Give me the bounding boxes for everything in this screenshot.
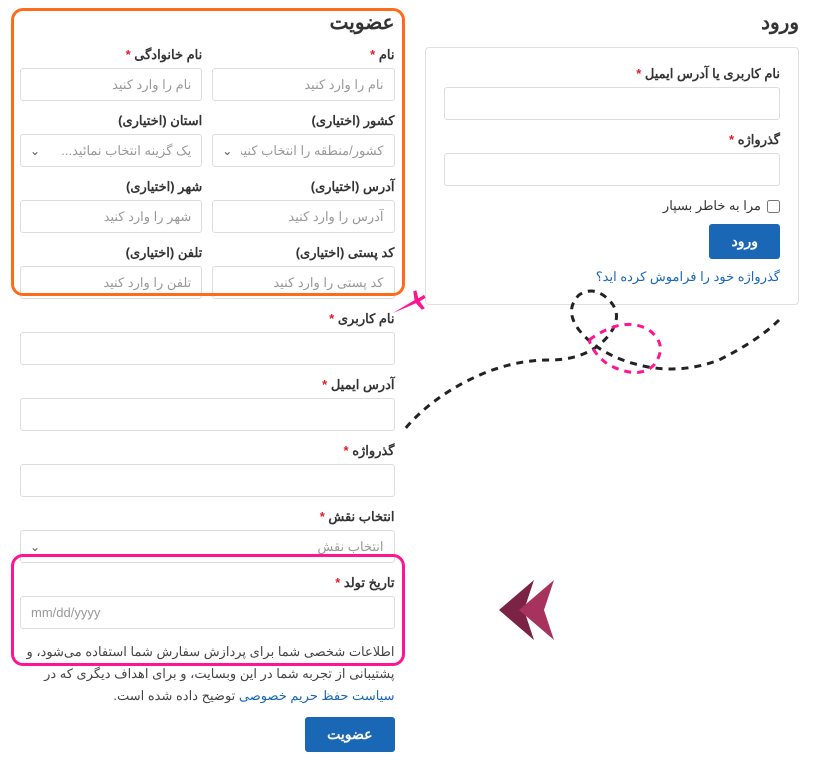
login-form: نام کاربری یا آدرس ایمیل * گذرواژه * مرا…	[425, 47, 800, 305]
reg-email-label: آدرس ایمیل *	[20, 377, 395, 393]
postal-label: کد پستی (اختیاری)	[212, 245, 394, 261]
privacy-link[interactable]: سیاست حفظ حریم خصوصی	[239, 688, 395, 703]
postal-input[interactable]	[212, 266, 394, 299]
address-input[interactable]	[212, 200, 394, 233]
role-select[interactable]: انتخاب نقش	[20, 530, 395, 563]
first-name-label: نام *	[212, 47, 394, 63]
reg-email-input[interactable]	[20, 398, 395, 431]
first-name-input[interactable]	[212, 68, 394, 101]
login-username-input[interactable]	[444, 87, 781, 120]
phone-input[interactable]	[20, 266, 202, 299]
login-button[interactable]: ورود	[709, 224, 780, 259]
reg-username-label: نام کاربری *	[20, 311, 395, 327]
country-select[interactable]: کشور/منطقه را انتخاب کنید...	[212, 134, 394, 167]
address-label: آدرس (اختیاری)	[212, 179, 394, 195]
reg-username-input[interactable]	[20, 332, 395, 365]
login-password-input[interactable]	[444, 153, 781, 186]
state-label: استان (اختیاری)	[20, 113, 202, 129]
privacy-text: اطلاعات شخصی شما برای پردازش سفارش شما ا…	[20, 641, 395, 707]
reg-password-label: گذرواژه *	[20, 443, 395, 459]
state-select[interactable]: یک گزینه انتخاب نمائید...	[20, 134, 202, 167]
login-title: ورود	[425, 10, 800, 35]
phone-label: تلفن (اختیاری)	[20, 245, 202, 261]
heart-path-decoration	[379, 280, 799, 480]
dob-input[interactable]	[20, 596, 395, 629]
remember-checkbox[interactable]	[767, 200, 780, 213]
role-label: انتخاب نقش *	[20, 509, 395, 525]
login-username-label: نام کاربری یا آدرس ایمیل *	[444, 66, 781, 82]
last-name-input[interactable]	[20, 68, 202, 101]
arrow-chevrons-icon	[479, 575, 569, 645]
remember-label: مرا به خاطر بسپار	[663, 198, 761, 214]
city-input[interactable]	[20, 200, 202, 233]
login-password-label: گذرواژه *	[444, 132, 781, 148]
city-label: شهر (اختیاری)	[20, 179, 202, 195]
register-title: عضویت	[20, 10, 395, 35]
register-form: نام * نام خانوادگی * کشور (اختیاری) کشور…	[20, 47, 395, 752]
plane-icon	[387, 285, 429, 327]
last-name-label: نام خانوادگی *	[20, 47, 202, 63]
register-button[interactable]: عضویت	[305, 717, 394, 752]
dob-label: تاریخ تولد *	[20, 575, 395, 591]
country-label: کشور (اختیاری)	[212, 113, 394, 129]
reg-password-input[interactable]	[20, 464, 395, 497]
